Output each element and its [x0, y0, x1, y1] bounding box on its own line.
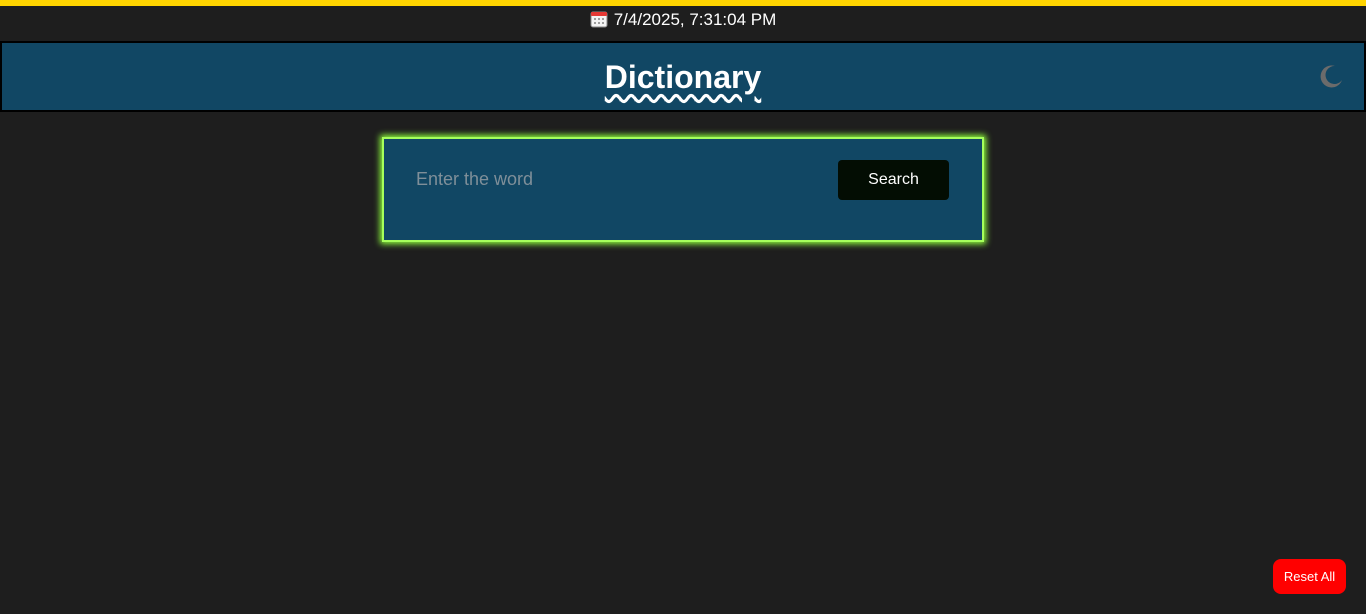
app-header: Dictionary [0, 41, 1366, 112]
search-card: Search [382, 137, 984, 242]
reset-all-button[interactable]: Reset All [1273, 559, 1346, 594]
search-button[interactable]: Search [838, 160, 949, 200]
calendar-icon [590, 10, 608, 35]
moon-icon[interactable] [1318, 63, 1344, 89]
datetime-display: 7/4/2025, 7:31:04 PM [0, 8, 1366, 35]
page-title: Dictionary [604, 59, 762, 95]
accent-bar [0, 0, 1366, 6]
datetime-text: 7/4/2025, 7:31:04 PM [613, 10, 777, 29]
search-input[interactable] [414, 163, 798, 195]
